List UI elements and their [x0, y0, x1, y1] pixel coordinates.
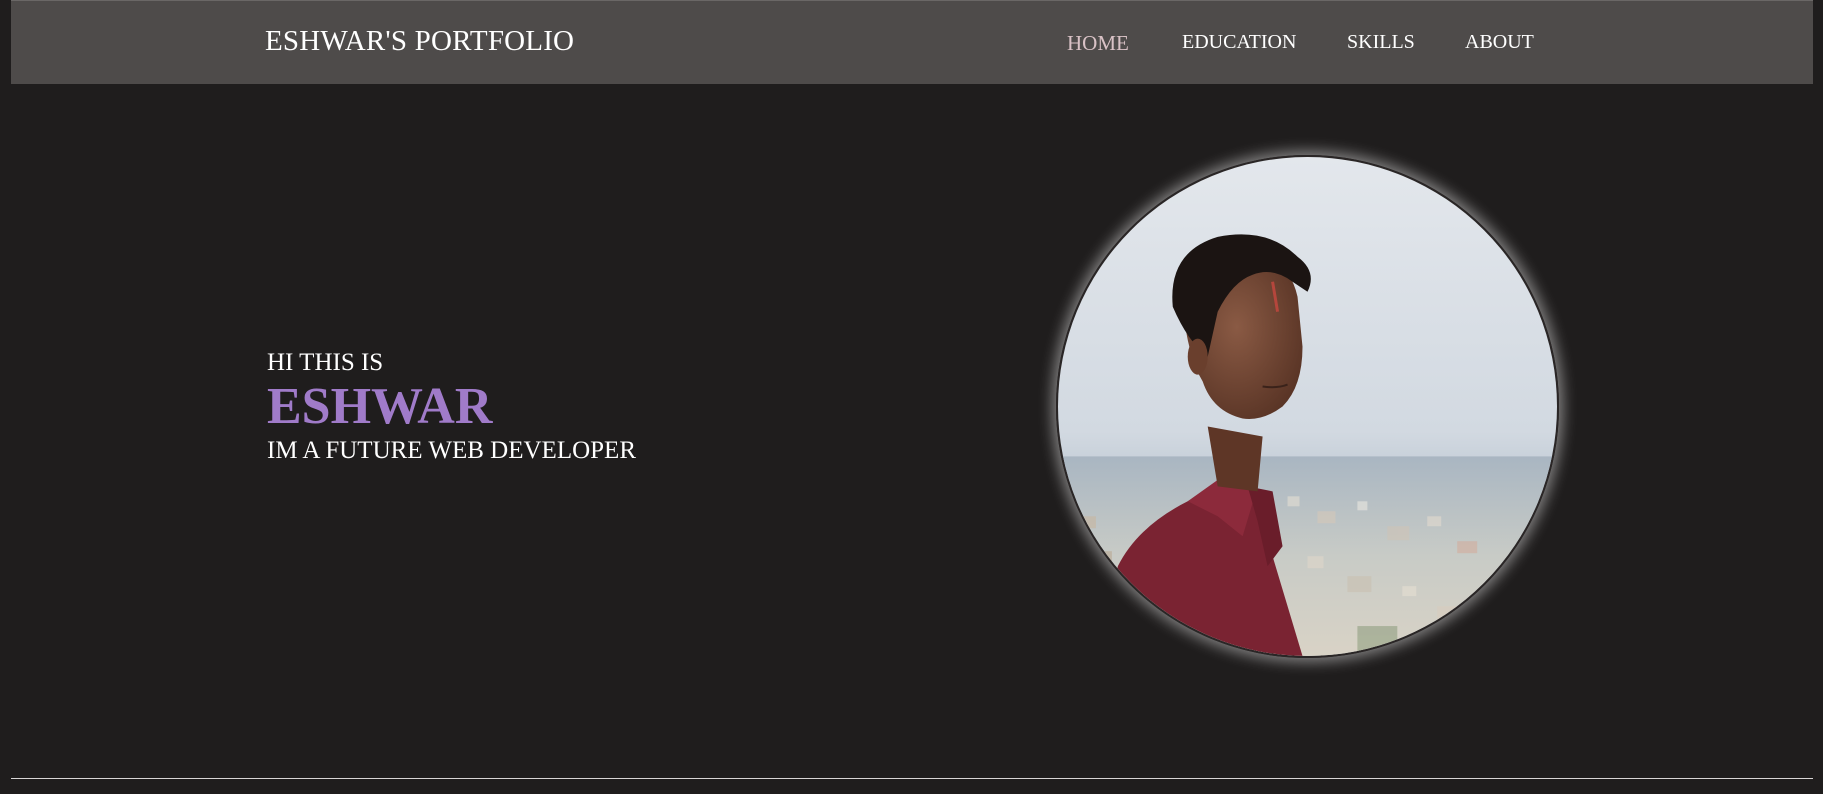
profile-photo — [1056, 155, 1559, 658]
hero-greeting: HI THIS IS — [267, 349, 384, 376]
nav-about[interactable]: ABOUT — [1465, 31, 1534, 54]
portfolio-page: ESHWAR'S PORTFOLIO HOME EDUCATION SKILLS… — [0, 0, 1823, 794]
hero-intro: HI THIS IS ESHWAR IM A FUTURE WEB DEVELO… — [267, 348, 636, 466]
footer-divider — [11, 778, 1813, 779]
nav-education[interactable]: EDUCATION — [1182, 31, 1296, 54]
nav-home[interactable]: HOME — [1067, 31, 1129, 56]
nav-skills[interactable]: SKILLS — [1347, 31, 1415, 54]
brand-title[interactable]: ESHWAR'S PORTFOLIO — [265, 25, 574, 58]
profile-photo-illustration — [1058, 157, 1557, 656]
hero-name: ESHWAR — [267, 378, 493, 435]
navbar: ESHWAR'S PORTFOLIO HOME EDUCATION SKILLS… — [11, 0, 1813, 84]
hero-tagline: IM A FUTURE WEB DEVELOPER — [267, 437, 636, 464]
